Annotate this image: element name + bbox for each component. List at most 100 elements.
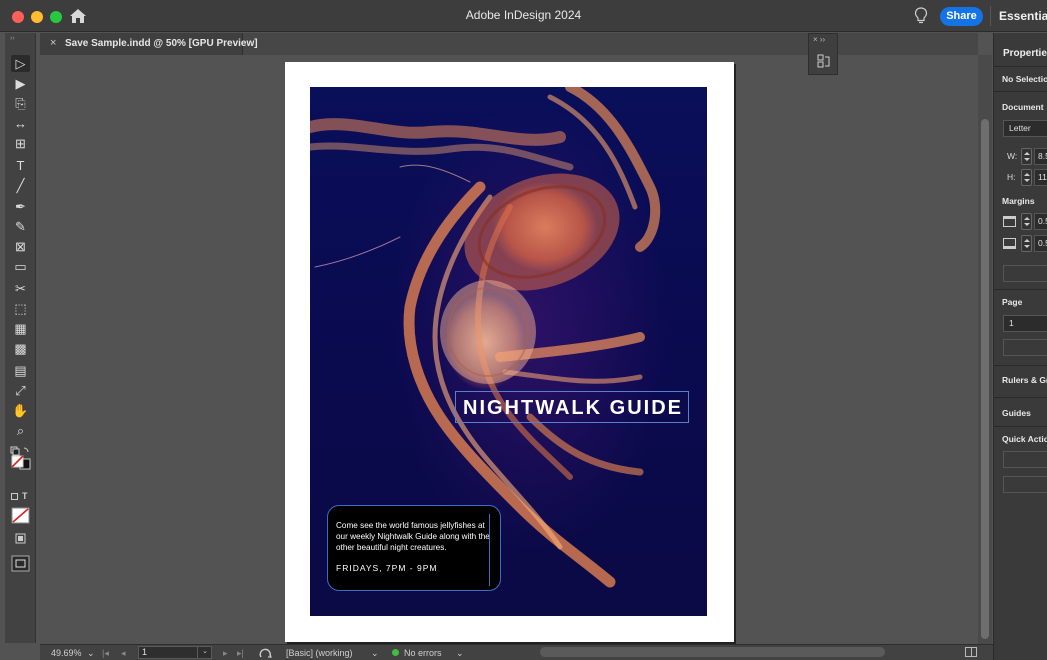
line-tool-icon[interactable]: ╱ xyxy=(11,177,30,194)
first-page-icon[interactable]: |◂ xyxy=(102,648,109,659)
open-document-page-icon[interactable] xyxy=(259,647,272,659)
page-number-dropdown-icon[interactable]: ⌄ xyxy=(197,646,212,659)
dock-controls[interactable]: × ›› xyxy=(813,35,825,44)
preflight-status-dot xyxy=(392,649,399,656)
scissors-tool-icon[interactable]: ✂ xyxy=(11,280,30,297)
document-section-header[interactable]: Document xyxy=(1002,102,1044,112)
title-bar: Adobe InDesign 2024 Share Essentials xyxy=(0,0,1047,32)
panel-divider xyxy=(994,289,1047,290)
rectangle-frame-tool-icon[interactable]: ⊠ xyxy=(11,238,30,255)
selection-status: No Selection xyxy=(1002,74,1047,84)
close-tab-icon[interactable]: × xyxy=(50,37,56,49)
status-bar: 49.69% ⌄ |◂ ◂ 1 ⌄ ▸ ▸| [Basic] (working)… xyxy=(40,644,993,660)
horizontal-scrollbar[interactable] xyxy=(540,647,885,657)
headline-text: NIGHTWALK GUIDE xyxy=(463,397,683,419)
document-page[interactable]: NIGHTWALK GUIDE Come see the world famou… xyxy=(285,62,734,642)
hand-tool-icon[interactable]: ✋ xyxy=(11,402,30,419)
indesign-window: Adobe InDesign 2024 Share Essentials × S… xyxy=(0,0,1047,660)
workspace-switcher[interactable]: Essentials xyxy=(999,9,1047,23)
margins-section-header: Margins xyxy=(1002,196,1035,206)
tools-panel: ›› ▷ ▶ ⎘ ↔ ⊞ T ╱ ✒ ✎ ⊠ ▭ ✂ ⬚ ▦ ▩ ▤ ⤢ ✋ ⌕ T xyxy=(5,33,36,643)
app-title: Adobe InDesign 2024 xyxy=(465,8,582,22)
previous-page-icon[interactable]: ◂ xyxy=(121,648,126,659)
content-collector-icon[interactable]: ⊞ xyxy=(11,135,30,152)
zoom-tool-icon[interactable]: ⌕ xyxy=(11,422,30,439)
vertical-scrollbar[interactable] xyxy=(978,55,992,644)
collapsed-panel-dock: × ›› xyxy=(808,33,838,75)
zoom-level[interactable]: 49.69% xyxy=(51,648,82,658)
type-tool-icon[interactable]: T xyxy=(11,157,30,174)
title-divider xyxy=(990,6,991,26)
panel-divider xyxy=(994,426,1047,427)
preflight-errors[interactable]: No errors xyxy=(404,648,442,658)
gradient-feather-tool-icon[interactable]: ▩ xyxy=(11,340,30,357)
lightbulb-icon[interactable] xyxy=(914,7,928,25)
margin-top-icon xyxy=(1003,216,1016,227)
pen-tool-icon[interactable]: ✒ xyxy=(11,198,30,215)
split-layout-icon[interactable] xyxy=(965,647,977,657)
guides-section-header[interactable]: Guides xyxy=(1002,408,1031,418)
pencil-tool-icon[interactable]: ✎ xyxy=(11,218,30,235)
pasteboard[interactable]: NIGHTWALK GUIDE Come see the world famou… xyxy=(40,55,978,644)
headline-text-frame[interactable]: NIGHTWALK GUIDE xyxy=(455,391,689,423)
free-transform-tool-icon[interactable]: ⬚ xyxy=(11,300,30,317)
document-preset-select[interactable]: Letter xyxy=(1003,120,1047,137)
eyedropper-tool-icon[interactable]: ⤢ xyxy=(11,382,30,399)
tools-panel-collapse-icon[interactable]: ›› xyxy=(10,35,15,42)
jellyfish-image-frame[interactable]: NIGHTWALK GUIDE Come see the world famou… xyxy=(310,87,707,616)
rectangle-tool-icon[interactable]: ▭ xyxy=(11,258,30,275)
properties-title: Properties xyxy=(1003,48,1047,59)
panel-divider xyxy=(994,365,1047,366)
note-tool-icon[interactable]: ▤ xyxy=(11,362,30,379)
screen-mode-icon[interactable] xyxy=(13,532,28,545)
panel-divider xyxy=(994,91,1047,92)
document-tab-label: Save Sample.indd @ 50% [GPU Preview] xyxy=(65,38,258,49)
margin-bottom-stepper[interactable] xyxy=(1021,235,1032,252)
adjust-layout-button[interactable] xyxy=(1003,265,1047,282)
pages-panel-icon[interactable] xyxy=(817,54,831,68)
page-select[interactable]: 1 xyxy=(1003,315,1047,332)
quick-actions-section-header: Quick Actions xyxy=(1002,434,1047,444)
edit-page-button[interactable] xyxy=(1003,339,1047,356)
margin-top-stepper[interactable] xyxy=(1021,213,1032,230)
page-tool-icon[interactable]: ⎘ xyxy=(11,95,30,112)
formatting-container-icon[interactable] xyxy=(11,492,18,500)
preflight-menu-icon[interactable]: ⌄ xyxy=(456,648,464,659)
fill-stroke-swatch-icon[interactable] xyxy=(10,446,32,470)
preflight-profile-dropdown-icon[interactable]: ⌄ xyxy=(371,648,379,659)
selection-tool-icon[interactable]: ▷ xyxy=(11,55,30,72)
document-tab[interactable]: × Save Sample.indd @ 50% [GPU Preview] xyxy=(40,33,258,55)
gap-tool-icon[interactable]: ↔ xyxy=(11,115,30,132)
vertical-scroll-thumb[interactable] xyxy=(981,119,989,639)
properties-panel: Properties No Selection Document Letter … xyxy=(993,33,1047,660)
apply-none-icon[interactable] xyxy=(11,507,30,524)
margin-bottom-input[interactable]: 0.5 in xyxy=(1034,235,1047,252)
panel-divider xyxy=(994,397,1047,398)
quick-action-button-2[interactable] xyxy=(1003,476,1047,493)
next-page-icon[interactable]: ▸ xyxy=(223,648,228,659)
info-text-box[interactable]: Come see the world famous jellyfishes at… xyxy=(327,505,501,591)
quick-action-button-1[interactable] xyxy=(1003,451,1047,468)
event-time: FRIDAYS, 7PM - 9PM xyxy=(336,563,438,573)
text-frame-edge xyxy=(489,514,490,586)
width-label: W: xyxy=(1007,151,1018,161)
share-button[interactable]: Share xyxy=(940,7,983,26)
height-stepper[interactable] xyxy=(1021,169,1032,186)
page-section-header: Page xyxy=(1002,297,1023,307)
width-input[interactable]: 8.5 in xyxy=(1034,148,1047,165)
rulers-grids-section-header[interactable]: Rulers & Grids xyxy=(1002,375,1047,385)
event-description: Come see the world famous jellyfishes at… xyxy=(336,521,490,552)
preflight-profile[interactable]: [Basic] (working) xyxy=(286,648,353,658)
formatting-text-icon[interactable]: T xyxy=(22,491,28,501)
formatting-affects-group: T xyxy=(11,490,31,502)
preview-mode-icon[interactable] xyxy=(11,555,30,572)
zoom-dropdown-icon[interactable]: ⌄ xyxy=(87,648,95,659)
width-stepper[interactable] xyxy=(1021,148,1032,165)
margin-top-input[interactable]: 0.5 in xyxy=(1034,213,1047,230)
gradient-swatch-tool-icon[interactable]: ▦ xyxy=(11,320,30,337)
last-page-icon[interactable]: ▸| xyxy=(237,648,244,659)
direct-selection-tool-icon[interactable]: ▶ xyxy=(11,75,30,92)
panel-divider xyxy=(994,66,1047,67)
height-label: H: xyxy=(1007,172,1016,182)
height-input[interactable]: 11 in xyxy=(1034,169,1047,186)
